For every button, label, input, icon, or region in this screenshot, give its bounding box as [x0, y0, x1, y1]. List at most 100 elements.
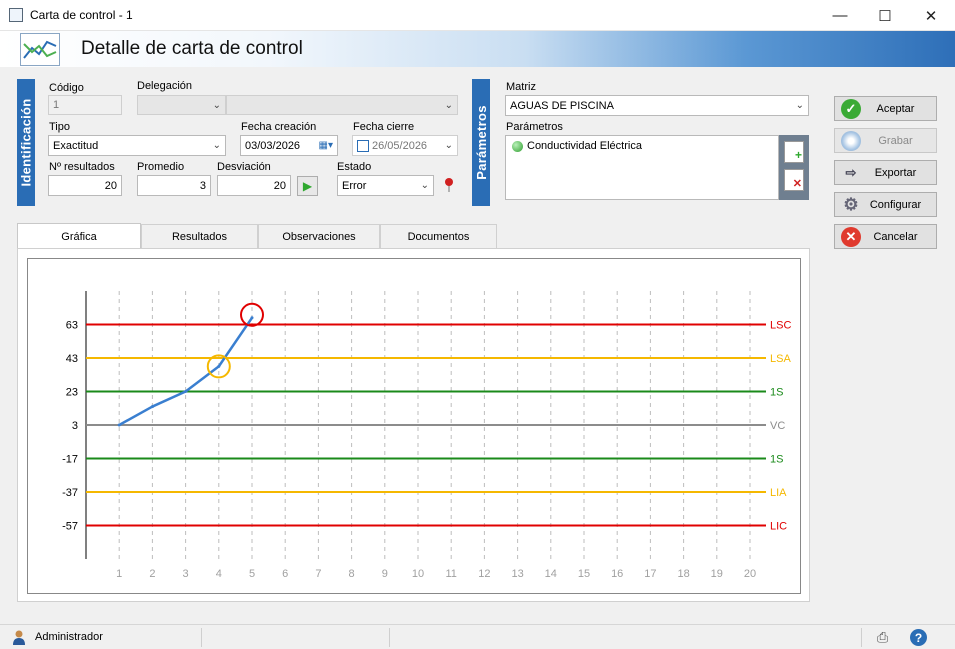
x-tick-label: 13 [511, 568, 523, 580]
calculate-play-button[interactable]: ▶ [297, 176, 318, 196]
list-item[interactable]: Conductividad Eléctrica [506, 136, 778, 156]
title-bar: Carta de control - 1 — ☐ ✕ [0, 0, 955, 31]
fecha-creacion-value: 03/03/2026 [245, 139, 301, 152]
help-icon[interactable]: ? [910, 629, 927, 646]
desviacion-field[interactable]: 20 [217, 175, 291, 196]
x-tick-label: 19 [711, 568, 723, 580]
promedio-label: Promedio [137, 161, 185, 173]
y-tick-label: 3 [72, 420, 78, 432]
x-tick-label: 7 [315, 568, 321, 580]
play-icon: ▶ [302, 179, 313, 193]
x-tick-label: 3 [183, 568, 189, 580]
limit-line-label: LSA [770, 353, 791, 365]
y-tick-label: -37 [62, 487, 78, 499]
control-chart: 1 2 3 4 5 6 7 8 9 10 11 12 13 14 15 16 17 18 19 20LSC63LSA4… [62, 291, 791, 580]
data-point [250, 316, 254, 320]
close-button[interactable]: ✕ [908, 0, 954, 31]
x-tick-label: 17 [644, 568, 656, 580]
tab-resultados[interactable]: Resultados [141, 224, 258, 248]
fecha-cierre-picker[interactable]: 26/05/2026 ⌄ [352, 135, 458, 156]
codigo-field[interactable]: 1 [48, 95, 122, 115]
num-resultados-label: Nº resultados [49, 161, 115, 173]
tab-documentos-label: Documentos [407, 230, 470, 243]
y-tick-label: 63 [66, 320, 78, 332]
delegacion-label: Delegación [137, 80, 193, 92]
data-point [150, 405, 154, 409]
limit-line-label: LIC [770, 521, 787, 533]
x-tick-label: 20 [744, 568, 756, 580]
disc-icon [841, 130, 861, 151]
tipo-value: Exactitud [53, 139, 99, 152]
app-icon [9, 8, 23, 22]
data-point [117, 423, 121, 427]
side-tab-identificacion: Identificación [17, 79, 35, 206]
chevron-down-icon: ⌄ [795, 100, 804, 111]
status-divider [389, 628, 390, 647]
fecha-cierre-value: 26/05/2026 [372, 139, 428, 152]
status-divider [861, 628, 862, 647]
limit-line-label: LSC [770, 320, 791, 332]
estado-select[interactable]: Error ⌄ [337, 175, 434, 196]
add-parameter-icon[interactable]: + [784, 141, 804, 163]
calendar-dropdown-icon[interactable]: ▦▾ [319, 140, 333, 151]
fecha-creacion-label: Fecha creación [241, 121, 317, 133]
aceptar-label: Aceptar [876, 102, 915, 115]
export-icon: ⇨ [845, 164, 857, 180]
parameter-status-icon [512, 140, 523, 152]
cancel-icon: ✕ [841, 226, 861, 247]
header-banner: Detalle de carta de control [0, 31, 955, 67]
x-tick-label: 4 [216, 568, 222, 580]
parametros-list[interactable]: Conductividad Eléctrica [505, 135, 779, 200]
y-tick-label: 43 [66, 353, 78, 365]
chevron-down-icon: ⌄ [212, 99, 221, 111]
configurar-button[interactable]: ⚙ Configurar [834, 192, 937, 217]
exportar-button[interactable]: ⇨ Exportar [834, 160, 937, 185]
configurar-label: Configurar [869, 198, 922, 211]
status-divider [201, 628, 202, 647]
fecha-creacion-picker[interactable]: 03/03/2026 ▦▾ [240, 135, 338, 156]
chevron-down-icon: ⌄ [444, 140, 453, 151]
desviacion-label: Desviación [217, 161, 271, 173]
data-point [184, 390, 188, 393]
x-tick-label: 2 [149, 568, 155, 580]
grabar-button[interactable]: Grabar [834, 128, 937, 153]
aceptar-button[interactable]: ✓ Aceptar [834, 96, 937, 121]
remove-parameter-icon[interactable]: ✕ [784, 169, 804, 191]
fecha-cierre-checkbox[interactable] [357, 139, 369, 152]
x-tick-label: 11 [445, 568, 456, 580]
y-tick-label: 23 [66, 387, 78, 399]
tipo-select[interactable]: Exactitud ⌄ [48, 135, 226, 156]
x-tick-label: 9 [382, 568, 388, 580]
cancelar-button[interactable]: ✕ Cancelar [834, 224, 937, 249]
limit-line-label: 1S [770, 454, 783, 466]
user-icon [11, 629, 27, 645]
estado-value: Error [342, 179, 367, 192]
tab-observaciones[interactable]: Observaciones [258, 224, 380, 248]
chevron-down-icon: ⌄ [420, 180, 429, 191]
num-resultados-field[interactable]: 20 [48, 175, 122, 196]
x-tick-label: 12 [478, 568, 490, 580]
estado-label: Estado [337, 161, 372, 173]
maximize-button[interactable]: ☐ [862, 0, 908, 31]
status-user: Administrador [35, 631, 103, 643]
promedio-field[interactable]: 3 [137, 175, 211, 196]
parametros-actions-bar: + ✕ [779, 135, 809, 200]
y-tick-label: -57 [62, 521, 78, 533]
matriz-value: AGUAS DE PISCINA [510, 99, 614, 112]
tipo-label: Tipo [49, 121, 70, 133]
matriz-select[interactable]: AGUAS DE PISCINA ⌄ [505, 95, 809, 116]
tab-documentos[interactable]: Documentos [380, 224, 497, 248]
printer-icon[interactable]: ⎙ [877, 629, 897, 646]
x-tick-label: 14 [545, 568, 557, 580]
chevron-down-icon: ⌄ [212, 140, 221, 151]
minimize-button[interactable]: — [817, 0, 863, 31]
delegacion-code-select[interactable]: ⌄ [137, 95, 226, 115]
grabar-label: Grabar [878, 134, 913, 147]
x-tick-label: 5 [249, 568, 255, 580]
delegacion-name-select[interactable]: ⌄ [226, 95, 458, 115]
codigo-label: Código [49, 82, 84, 94]
chevron-down-icon: ⌄ [444, 99, 453, 111]
x-tick-label: 15 [578, 568, 590, 580]
exportar-label: Exportar [874, 166, 917, 179]
tab-grafica[interactable]: Gráfica [17, 223, 141, 249]
